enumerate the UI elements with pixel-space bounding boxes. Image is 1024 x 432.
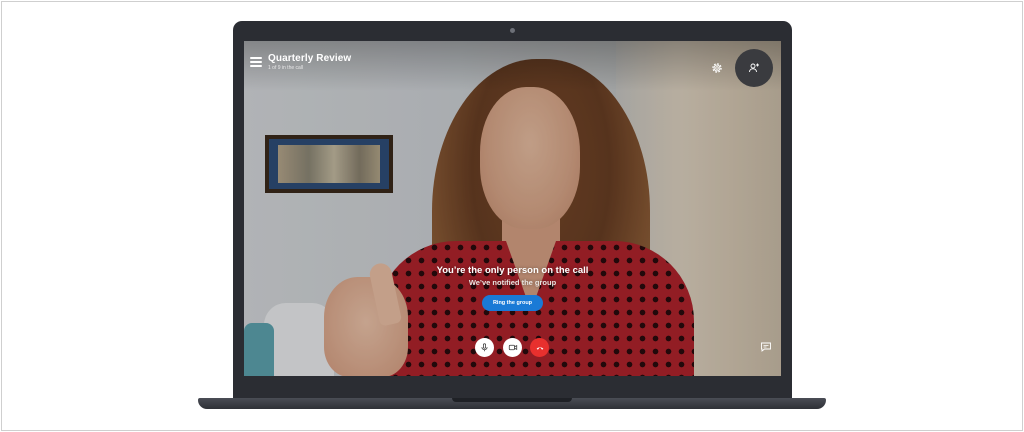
add-person-icon (748, 62, 760, 74)
hang-up-icon (535, 344, 545, 352)
top-gradient (244, 41, 781, 91)
call-title: Quarterly Review (268, 53, 352, 64)
call-status-subtitle: We’ve notified the group (468, 278, 557, 287)
gear-icon[interactable] (710, 61, 724, 75)
webcam-dot (510, 28, 515, 33)
video-camera-icon (508, 343, 518, 352)
participant-count: 1 of 9 in the call (268, 65, 304, 71)
video-toggle-button[interactable] (503, 338, 522, 357)
mute-button[interactable] (475, 338, 494, 357)
microphone-icon (480, 343, 489, 352)
chat-icon[interactable] (760, 341, 772, 353)
add-people-button[interactable] (735, 49, 773, 87)
call-status-title: You’re the only person on the call (436, 265, 589, 276)
end-call-button[interactable] (530, 338, 549, 357)
video-dim-overlay (244, 41, 781, 376)
ring-group-button[interactable]: Ring the group (482, 295, 543, 311)
hamburger-menu-icon[interactable] (250, 57, 262, 67)
laptop-base-notch (452, 398, 572, 402)
video-call-screen: Quarterly Review 1 of 9 in the call You’… (244, 41, 781, 376)
